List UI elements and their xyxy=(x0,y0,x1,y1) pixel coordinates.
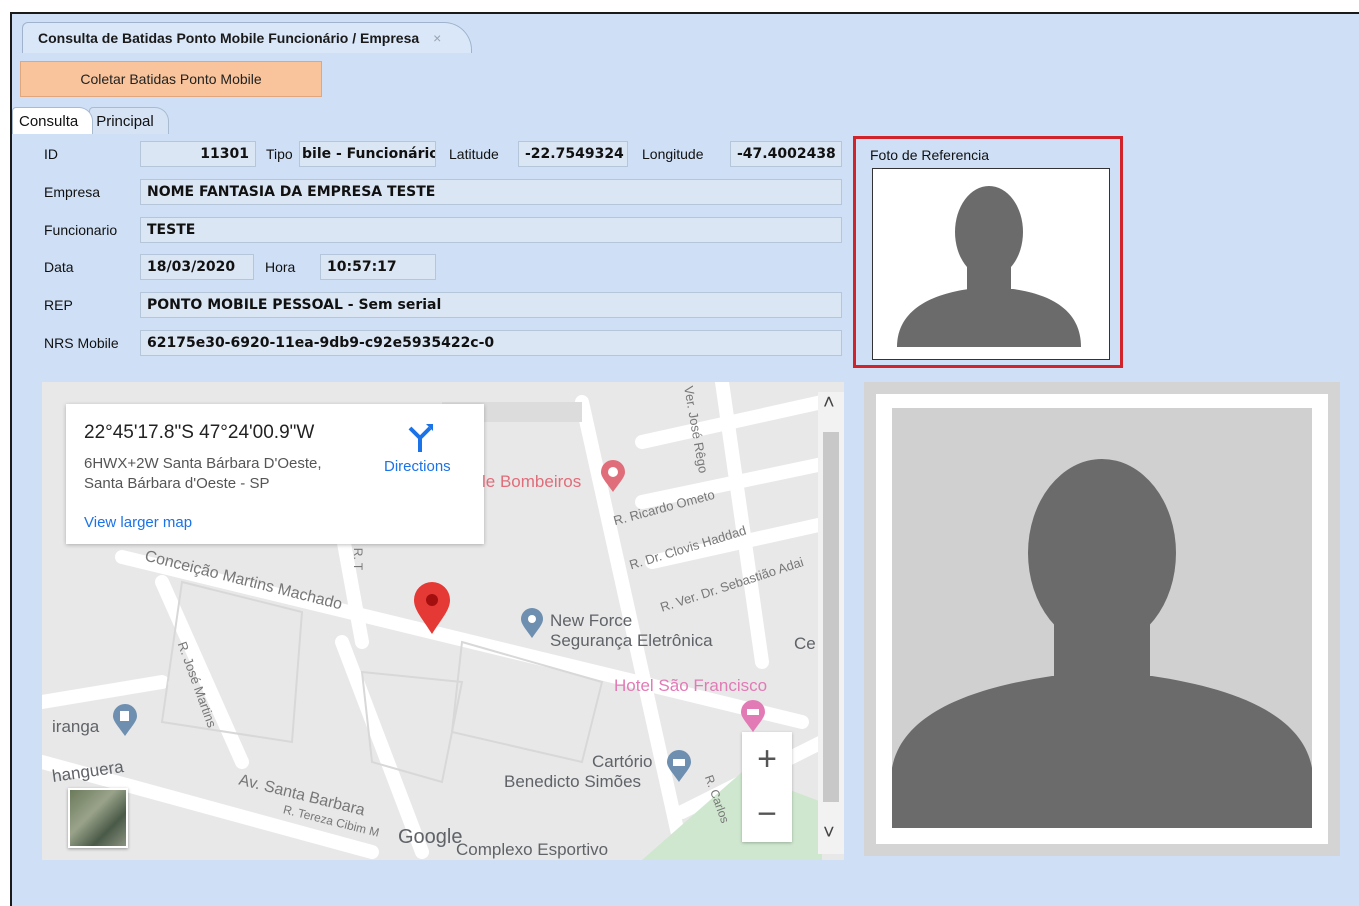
hora-label: Hora xyxy=(265,259,296,275)
empresa-field[interactable]: NOME FANTASIA DA EMPRESA TESTE xyxy=(140,179,842,205)
person-silhouette-large-icon xyxy=(892,459,1312,828)
government-pin-icon xyxy=(667,750,691,782)
captured-photo-panel xyxy=(864,382,1340,856)
reference-photo-highlight: Foto de Referencia xyxy=(853,136,1123,368)
captured-photo xyxy=(892,408,1312,828)
data-label: Data xyxy=(44,259,74,275)
longitude-label: Longitude xyxy=(642,146,704,162)
directions-icon[interactable] xyxy=(406,422,434,452)
nrs-mobile-label: NRS Mobile xyxy=(44,335,119,351)
place-complexo: Complexo Esportivo xyxy=(456,840,609,859)
street-r-t: R. T xyxy=(351,547,366,571)
reference-photo xyxy=(872,168,1110,360)
reference-photo-label: Foto de Referencia xyxy=(870,147,990,163)
id-field[interactable]: 11301 xyxy=(140,141,256,167)
coordinates-text: 22°45'17.8"S 47°24'00.9"W xyxy=(84,422,315,443)
place-iranga: iranga xyxy=(52,717,100,736)
address-line-1: 6HWX+2W Santa Bárbara D'Oeste, xyxy=(84,455,322,472)
place-bombeiros: le Bombeiros xyxy=(482,472,582,491)
latitude-label: Latitude xyxy=(449,146,499,162)
place-new-force-1: New Force xyxy=(550,611,633,630)
main-window: Consulta de Batidas Ponto Mobile Funcion… xyxy=(10,12,1359,906)
location-marker-icon xyxy=(414,582,450,634)
id-label: ID xyxy=(44,146,58,162)
business-pin-icon xyxy=(521,608,543,638)
tab-strip: Consulta Principal xyxy=(12,107,169,134)
map-view[interactable]: 22°45'17.8"S 47°24'00.9"W 6HWX+2W Santa … xyxy=(42,382,844,860)
view-larger-map-link[interactable]: View larger map xyxy=(84,514,192,531)
latitude-field[interactable]: -22.7549324 xyxy=(518,141,628,167)
address-line-2: Santa Bárbara d'Oeste - SP xyxy=(84,475,270,492)
location-card: 22°45'17.8"S 47°24'00.9"W 6HWX+2W Santa … xyxy=(66,404,484,544)
nrs-mobile-field[interactable]: 62175e30-6920-11ea-9db9-c92e5935422c-0 xyxy=(140,330,842,356)
place-ce: Ce xyxy=(794,634,816,653)
tipo-label: Tipo xyxy=(266,146,293,162)
rep-field[interactable]: PONTO MOBILE PESSOAL - Sem serial xyxy=(140,292,842,318)
captured-photo-frame xyxy=(876,394,1328,844)
rep-label: REP xyxy=(44,297,73,313)
close-icon[interactable]: × xyxy=(433,30,441,46)
scroll-up-icon[interactable]: ˄ xyxy=(823,392,835,415)
place-cartorio-1: Cartório xyxy=(592,752,653,771)
place-new-force-2: Segurança Eletrônica xyxy=(550,631,713,650)
scrollbar-thumb[interactable] xyxy=(823,432,839,802)
document-tab-title: Consulta de Batidas Ponto Mobile Funcion… xyxy=(38,30,420,46)
longitude-field[interactable]: -47.4002438 xyxy=(730,141,842,167)
person-silhouette-icon xyxy=(897,186,1081,347)
map-scrollbar[interactable]: ˄ ˅ xyxy=(818,392,844,854)
zoom-in-button[interactable]: + xyxy=(742,732,792,787)
tab-principal[interactable]: Principal xyxy=(89,107,169,134)
zoom-out-button[interactable]: − xyxy=(742,787,792,842)
gas-station-pin-icon xyxy=(113,704,137,736)
google-logo: Google xyxy=(398,826,463,848)
empresa-label: Empresa xyxy=(44,184,101,200)
collect-punches-button[interactable]: Coletar Batidas Ponto Mobile xyxy=(20,61,322,97)
fire-station-pin-icon xyxy=(601,460,625,492)
data-field[interactable]: 18/03/2020 xyxy=(140,254,254,280)
funcionario-field[interactable]: TESTE xyxy=(140,217,842,243)
zoom-controls: + − xyxy=(742,732,792,842)
place-hotel: Hotel São Francisco xyxy=(614,676,768,695)
address-text: 6HWX+2W Santa Bárbara D'Oeste, Santa Bár… xyxy=(84,454,322,494)
place-cartorio-2: Benedicto Simões xyxy=(504,772,642,791)
directions-link[interactable]: Directions xyxy=(384,458,451,475)
hora-field[interactable]: 10:57:17 xyxy=(320,254,436,280)
document-tab[interactable]: Consulta de Batidas Ponto Mobile Funcion… xyxy=(22,22,473,53)
tipo-field[interactable]: bile - Funcionário xyxy=(299,141,436,167)
tab-consulta[interactable]: Consulta xyxy=(12,107,94,134)
satellite-toggle-button[interactable] xyxy=(68,788,128,848)
scroll-down-icon[interactable]: ˅ xyxy=(823,822,835,845)
hotel-pin-icon xyxy=(741,700,765,732)
funcionario-label: Funcionario xyxy=(44,222,118,238)
